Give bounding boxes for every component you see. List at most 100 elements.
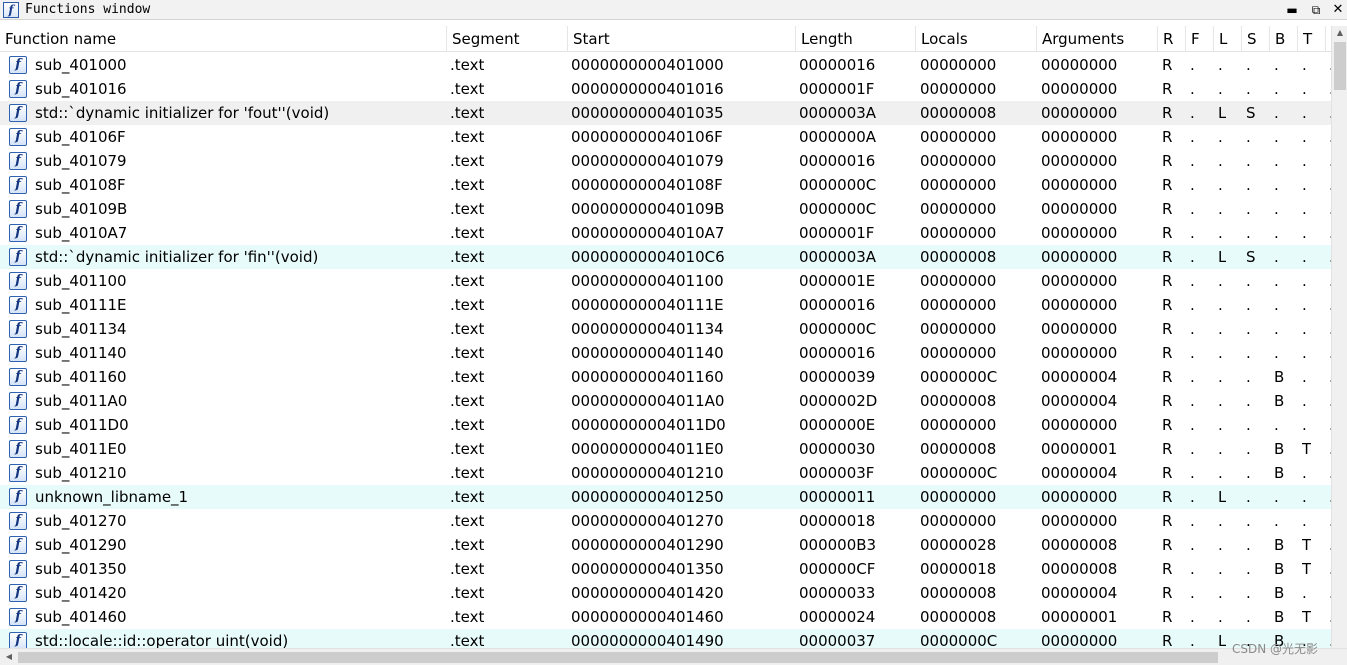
cell-length: 0000000C bbox=[799, 200, 877, 218]
cell-t: . bbox=[1302, 488, 1307, 506]
cell-f: . bbox=[1190, 512, 1195, 530]
column-header-locals[interactable]: Locals bbox=[916, 26, 1037, 52]
cell-s: . bbox=[1246, 128, 1251, 146]
table-row[interactable]: f sub_401460 .text 0000000000401460 00000024… bbox=[0, 605, 1331, 629]
column-header-r[interactable]: R bbox=[1158, 26, 1186, 52]
cell-r: R bbox=[1162, 392, 1173, 410]
cell-start: 00000000004011E0 bbox=[571, 440, 724, 458]
cell-f: . bbox=[1190, 152, 1195, 170]
close-button[interactable]: ✕ bbox=[1330, 2, 1346, 18]
cell-locals: 00000000 bbox=[920, 512, 997, 530]
cell-f: . bbox=[1190, 344, 1195, 362]
column-header-segment[interactable]: Segment bbox=[447, 26, 568, 52]
cell-segment: .text bbox=[450, 128, 485, 146]
scroll-up-arrow-icon[interactable]: ▲ bbox=[1332, 26, 1347, 40]
cell-length: 0000002D bbox=[799, 392, 878, 410]
column-header-start[interactable]: Start bbox=[568, 26, 796, 52]
cell-s: . bbox=[1246, 296, 1251, 314]
cell-f: . bbox=[1190, 464, 1195, 482]
scroll-left-arrow-icon[interactable]: ◀ bbox=[2, 650, 16, 664]
function-icon: f bbox=[9, 536, 27, 554]
column-header-b[interactable]: B bbox=[1270, 26, 1298, 52]
column-header-arguments[interactable]: Arguments bbox=[1037, 26, 1158, 52]
column-header-length[interactable]: Length bbox=[796, 26, 916, 52]
cell-l: . bbox=[1218, 128, 1223, 146]
vertical-scrollbar[interactable]: ▲ bbox=[1331, 26, 1347, 648]
table-row[interactable]: f sub_401016 .text 0000000000401016 0000001F… bbox=[0, 77, 1331, 101]
functions-table: f sub_401000 .text 0000000000401000 00000016… bbox=[0, 53, 1331, 648]
cell-arguments: 00000000 bbox=[1041, 200, 1118, 218]
table-row[interactable]: f sub_401134 .text 0000000000401134 0000000C… bbox=[0, 317, 1331, 341]
cell-segment: .text bbox=[450, 200, 485, 218]
table-row[interactable]: f std::`dynamic initializer for 'fin''(vo… bbox=[0, 245, 1331, 269]
table-row[interactable]: f sub_4011A0 .text 00000000004011A0 0000002D… bbox=[0, 389, 1331, 413]
table-row[interactable]: f sub_401350 .text 0000000000401350 000000CF… bbox=[0, 557, 1331, 581]
column-header-l[interactable]: L bbox=[1214, 26, 1242, 52]
table-row[interactable]: f sub_401290 .text 0000000000401290 000000B3… bbox=[0, 533, 1331, 557]
cell-name: sub_401420 bbox=[35, 584, 127, 602]
cell-locals: 00000008 bbox=[920, 392, 997, 410]
cell-name: sub_4011D0 bbox=[35, 416, 129, 434]
cell-l: . bbox=[1218, 368, 1223, 386]
table-row[interactable]: f sub_401210 .text 0000000000401210 0000003F… bbox=[0, 461, 1331, 485]
cell-f: . bbox=[1190, 584, 1195, 602]
function-icon: f bbox=[9, 272, 27, 290]
cell-segment: .text bbox=[450, 608, 485, 626]
column-header-name[interactable]: Function name bbox=[0, 26, 447, 52]
horizontal-scroll-thumb[interactable] bbox=[18, 652, 1218, 663]
cell-locals: 00000000 bbox=[920, 344, 997, 362]
column-header-t[interactable]: T bbox=[1298, 26, 1326, 52]
cell-segment: .text bbox=[450, 152, 485, 170]
cell-s: . bbox=[1246, 608, 1251, 626]
table-row[interactable]: f sub_401000 .text 0000000000401000 00000016… bbox=[0, 53, 1331, 77]
cell-f: . bbox=[1190, 488, 1195, 506]
function-icon: f bbox=[9, 296, 27, 314]
cell-l: . bbox=[1218, 392, 1223, 410]
cell-length: 00000037 bbox=[799, 632, 876, 648]
table-row[interactable]: f sub_4011E0 .text 00000000004011E0 00000030… bbox=[0, 437, 1331, 461]
table-row[interactable]: f std::locale::id::operator uint(void) .te… bbox=[0, 629, 1331, 648]
cell-segment: .text bbox=[450, 536, 485, 554]
cell-segment: .text bbox=[450, 368, 485, 386]
cell-t: T bbox=[1302, 536, 1312, 554]
table-row[interactable]: f sub_4010A7 .text 00000000004010A7 0000001F… bbox=[0, 221, 1331, 245]
restore-button[interactable]: ⧉ bbox=[1308, 2, 1324, 18]
table-row[interactable]: f sub_401140 .text 0000000000401140 00000016… bbox=[0, 341, 1331, 365]
cell-segment: .text bbox=[450, 224, 485, 242]
function-icon: f bbox=[3, 2, 19, 18]
cell-locals: 00000000 bbox=[920, 80, 997, 98]
cell-f: . bbox=[1190, 248, 1195, 266]
cell-length: 00000018 bbox=[799, 512, 876, 530]
minimize-button[interactable]: ▬ bbox=[1284, 2, 1300, 18]
cell-f: . bbox=[1190, 80, 1195, 98]
table-row[interactable]: f sub_401160 .text 0000000000401160 00000039… bbox=[0, 365, 1331, 389]
column-header-s[interactable]: S bbox=[1242, 26, 1270, 52]
table-row[interactable]: f sub_401100 .text 0000000000401100 0000001E… bbox=[0, 269, 1331, 293]
table-row[interactable]: f std::`dynamic initializer for 'fout''(v… bbox=[0, 101, 1331, 125]
cell-locals: 0000000C bbox=[920, 368, 998, 386]
cell-arguments: 00000000 bbox=[1041, 104, 1118, 122]
table-row[interactable]: f sub_401420 .text 0000000000401420 00000033… bbox=[0, 581, 1331, 605]
cell-b: B bbox=[1274, 368, 1285, 386]
cell-b: . bbox=[1274, 248, 1279, 266]
cell-f: . bbox=[1190, 296, 1195, 314]
horizontal-scrollbar[interactable]: ◀ bbox=[0, 648, 1347, 665]
table-row[interactable]: f unknown_libname_1 .text 0000000000401250 0… bbox=[0, 485, 1331, 509]
window-title: Functions window bbox=[25, 2, 151, 17]
table-row[interactable]: f sub_401079 .text 0000000000401079 00000016… bbox=[0, 149, 1331, 173]
function-icon: f bbox=[9, 176, 27, 194]
vertical-scroll-thumb[interactable] bbox=[1334, 42, 1346, 90]
table-row[interactable]: f sub_40106F .text 000000000040106F 0000000A… bbox=[0, 125, 1331, 149]
cell-arguments: 00000000 bbox=[1041, 152, 1118, 170]
table-row[interactable]: f sub_40109B .text 000000000040109B 0000000C… bbox=[0, 197, 1331, 221]
function-icon: f bbox=[9, 464, 27, 482]
function-icon: f bbox=[9, 368, 27, 386]
table-row[interactable]: f sub_4011D0 .text 00000000004011D0 0000000E… bbox=[0, 413, 1331, 437]
table-row[interactable]: f sub_40108F .text 000000000040108F 0000000C… bbox=[0, 173, 1331, 197]
table-row[interactable]: f sub_40111E .text 000000000040111E 00000016… bbox=[0, 293, 1331, 317]
cell-arguments: 00000004 bbox=[1041, 368, 1118, 386]
table-row[interactable]: f sub_401270 .text 0000000000401270 00000018… bbox=[0, 509, 1331, 533]
column-header-f[interactable]: F bbox=[1186, 26, 1214, 52]
cell-start: 0000000000401140 bbox=[571, 344, 724, 362]
cell-b: . bbox=[1274, 128, 1279, 146]
